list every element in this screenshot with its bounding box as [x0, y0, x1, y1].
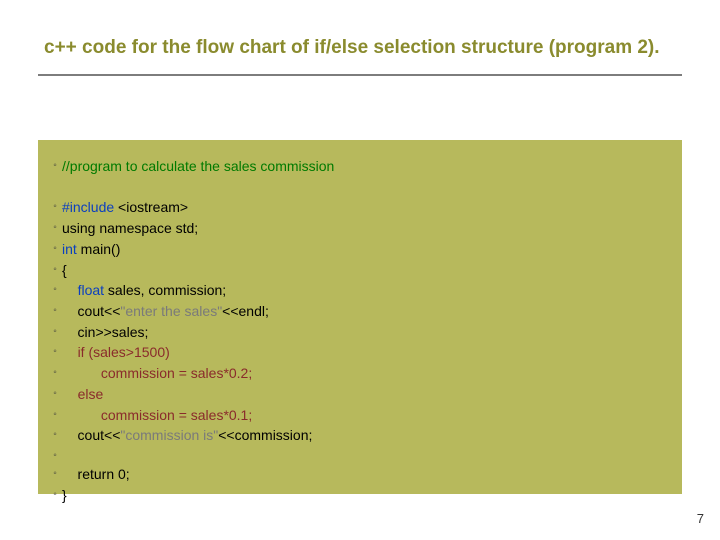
code-text [62, 177, 66, 198]
code-line: ◦#include <iostream> [48, 197, 662, 218]
code-line: ◦ if (sales>1500) [48, 342, 662, 363]
code-line: ◦ cin>>sales; [48, 322, 662, 343]
page-number: 7 [697, 511, 704, 526]
bullet-icon: ◦ [48, 405, 62, 423]
code-text: if (sales>1500) [62, 342, 170, 363]
code-text: //program to calculate the sales commiss… [62, 156, 334, 177]
bullet-icon: ◦ [48, 342, 62, 360]
code-line [48, 177, 662, 198]
code-line: ◦ cout<<"commission is"<<commission; [48, 425, 662, 446]
code-line: ◦using namespace std; [48, 218, 662, 239]
code-line: ◦ [48, 446, 662, 464]
bullet-icon: ◦ [48, 301, 62, 319]
code-text: using namespace std; [62, 218, 198, 239]
code-text: commission = sales*0.2; [62, 363, 252, 384]
bullet-icon: ◦ [48, 280, 62, 298]
code-line: ◦{ [48, 260, 662, 281]
code-line: ◦ cout<<"enter the sales"<<endl; [48, 301, 662, 322]
code-text: commission = sales*0.1; [62, 405, 252, 426]
bullet-icon: ◦ [48, 156, 62, 174]
slide-title: c++ code for the flow chart of if/else s… [0, 0, 720, 68]
code-text: #include <iostream> [62, 197, 188, 218]
code-text: cin>>sales; [62, 322, 148, 343]
code-line: ◦} [48, 485, 662, 506]
code-line: ◦int main() [48, 239, 662, 260]
code-line: ◦ commission = sales*0.2; [48, 363, 662, 384]
code-text: } [62, 485, 67, 506]
bullet-icon: ◦ [48, 239, 62, 257]
bullet-icon: ◦ [48, 322, 62, 340]
code-text: float sales, commission; [62, 280, 226, 301]
code-text: int main() [62, 239, 120, 260]
code-line: ◦ return 0; [48, 464, 662, 485]
code-text: { [62, 260, 67, 281]
code-line: ◦ float sales, commission; [48, 280, 662, 301]
bullet-icon: ◦ [48, 384, 62, 402]
bullet-icon [48, 177, 62, 180]
slide: c++ code for the flow chart of if/else s… [0, 0, 720, 540]
code-line: ◦ else [48, 384, 662, 405]
code-text: cout<<"commission is"<<commission; [62, 425, 312, 446]
code-text: return 0; [62, 464, 130, 485]
code-line: ◦//program to calculate the sales commis… [48, 156, 662, 177]
title-underline [38, 74, 682, 76]
bullet-icon: ◦ [48, 197, 62, 215]
bullet-icon: ◦ [48, 464, 62, 482]
code-text: cout<<"enter the sales"<<endl; [62, 301, 269, 322]
bullet-icon: ◦ [48, 485, 62, 503]
bullet-icon: ◦ [48, 446, 62, 464]
code-block: ◦//program to calculate the sales commis… [38, 140, 682, 494]
code-line: ◦ commission = sales*0.1; [48, 405, 662, 426]
bullet-icon: ◦ [48, 363, 62, 381]
bullet-icon: ◦ [48, 425, 62, 443]
bullet-icon: ◦ [48, 218, 62, 236]
code-text: else [62, 384, 103, 405]
bullet-icon: ◦ [48, 260, 62, 278]
